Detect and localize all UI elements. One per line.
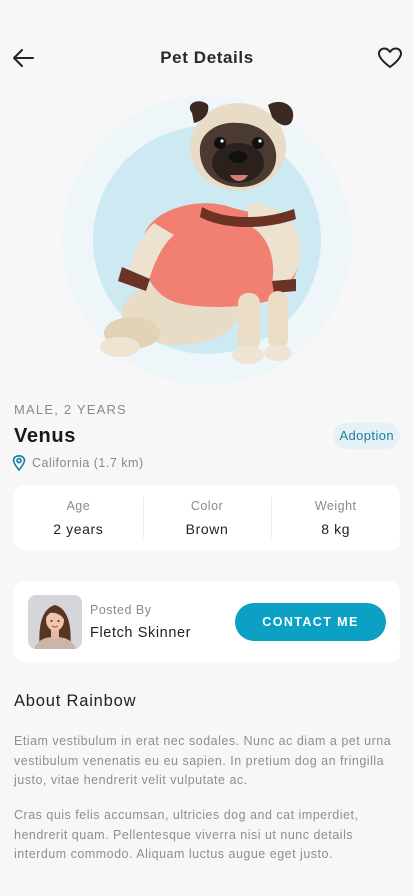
about-paragraph: Cras quis felis accumsan, ultricies dog … (14, 808, 359, 861)
about-title: About Rainbow (14, 692, 137, 710)
posted-by-label: Posted By (90, 603, 152, 617)
avatar[interactable] (28, 595, 82, 649)
adoption-badge: Adoption (333, 423, 400, 449)
stat-weight: Weight 8 kg (271, 485, 400, 550)
location-pin-icon (12, 455, 26, 471)
pet-location: California (1.7 km) (12, 455, 144, 471)
favorite-button[interactable] (376, 44, 404, 72)
owner-name: Fletch Skinner (90, 625, 192, 641)
pet-name: Venus (14, 425, 76, 447)
heart-icon (378, 47, 402, 68)
stat-label: Color (190, 499, 224, 513)
stat-label: Age (66, 499, 91, 513)
stat-age: Age 2 years (14, 485, 143, 550)
location-text: California (1.7 km) (32, 456, 144, 470)
stat-color: Color Brown (142, 485, 272, 550)
pet-gender-age: MALE, 2 YEARS (14, 402, 127, 417)
contact-me-button[interactable]: CONTACT ME (235, 603, 386, 641)
stat-value: 2 years (53, 521, 104, 537)
stat-value: 8 kg (321, 521, 351, 537)
owner-card: Posted By Fletch Skinner CONTACT ME (14, 581, 400, 662)
header: Pet Details (0, 40, 414, 76)
pet-photo (62, 95, 352, 385)
pet-stats-card: Age 2 years Color Brown Weight 8 kg (14, 485, 400, 550)
stat-value: Brown (185, 521, 229, 537)
stat-label: Weight (314, 499, 357, 513)
about-paragraph: Etiam vestibulum in erat nec sodales. Nu… (14, 734, 392, 787)
page-title: Pet Details (160, 48, 254, 67)
